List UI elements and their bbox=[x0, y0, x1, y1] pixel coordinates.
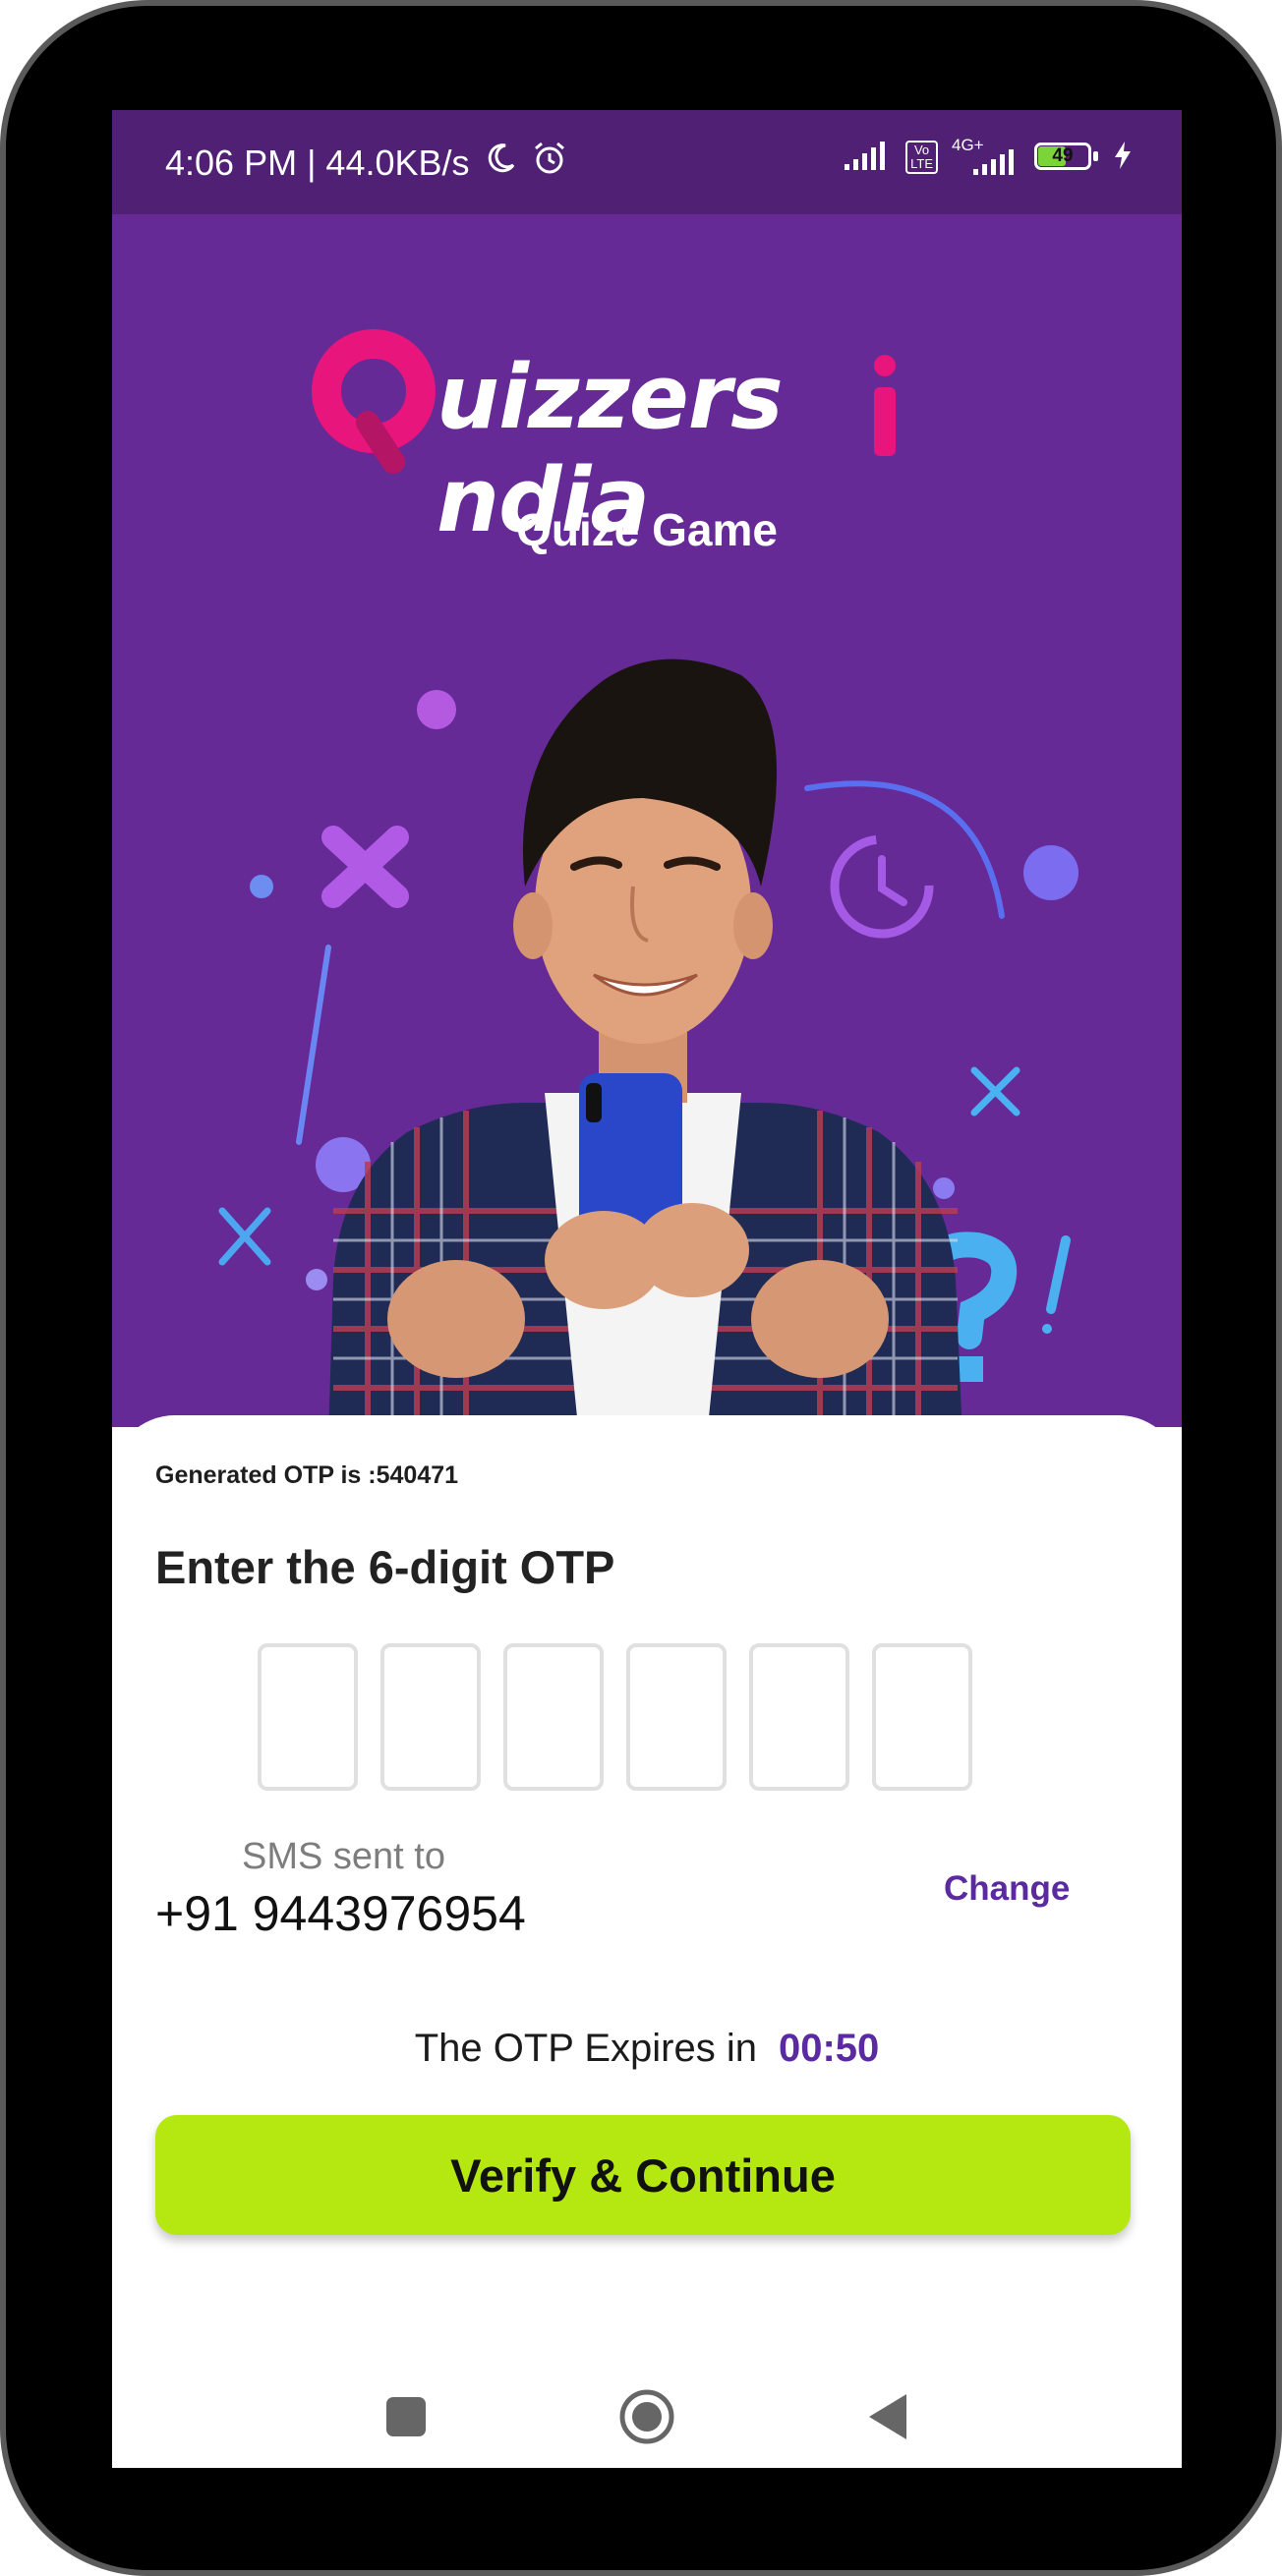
circle-icon[interactable] bbox=[619, 2389, 674, 2444]
generated-otp-message: Generated OTP is :540471 bbox=[155, 1461, 459, 1489]
i-mark-icon bbox=[874, 355, 896, 456]
otp-input-group bbox=[258, 1643, 972, 1791]
hero-banner: 4:06 PM | 44.0KB/s Vo LTE 4G+ 49 uizzers… bbox=[112, 110, 1182, 1437]
phone-frame: 4:06 PM | 44.0KB/s Vo LTE 4G+ 49 uizzers… bbox=[0, 0, 1282, 2576]
otp-digit-2[interactable] bbox=[380, 1643, 481, 1791]
system-nav-bar bbox=[112, 2361, 1182, 2468]
battery-level: 49 bbox=[1052, 145, 1074, 166]
network-indicator: 4G+ bbox=[952, 136, 1020, 177]
status-left: 4:06 PM | 44.0KB/s bbox=[165, 140, 568, 186]
alarm-icon bbox=[531, 140, 568, 186]
back-triangle-icon[interactable] bbox=[869, 2394, 906, 2439]
otp-digit-6[interactable] bbox=[872, 1643, 972, 1791]
otp-digit-5[interactable] bbox=[749, 1643, 849, 1791]
bolt-icon bbox=[1113, 141, 1133, 175]
q-mark-icon bbox=[312, 329, 436, 474]
volte-top: Vo bbox=[913, 143, 930, 157]
otp-expiry-timer: 00:50 bbox=[778, 2027, 880, 2070]
battery-icon: 49 bbox=[1034, 143, 1099, 172]
app-screen: 4:06 PM | 44.0KB/s Vo LTE 4G+ 49 uizzers… bbox=[112, 110, 1182, 2468]
volte-bottom: LTE bbox=[910, 156, 933, 171]
status-bar: 4:06 PM | 44.0KB/s Vo LTE 4G+ 49 bbox=[112, 110, 1182, 214]
moon-icon bbox=[484, 142, 517, 184]
app-subtitle: Quize Game bbox=[516, 504, 778, 555]
status-time: 4:06 PM | 44.0KB/s bbox=[165, 142, 470, 183]
otp-expiry: The OTP Expires in 00:50 bbox=[112, 2027, 1182, 2071]
quizzers-india-logo: uizzers ndia bbox=[309, 326, 997, 552]
verify-continue-button[interactable]: Verify & Continue bbox=[155, 2115, 1131, 2235]
volte-badge: Vo LTE bbox=[905, 141, 938, 174]
change-number-link[interactable]: Change bbox=[944, 1869, 1070, 1909]
square-icon[interactable] bbox=[386, 2397, 426, 2436]
otp-digit-1[interactable] bbox=[258, 1643, 358, 1791]
otp-digit-3[interactable] bbox=[503, 1643, 604, 1791]
phone-number: +91 9443976954 bbox=[155, 1886, 526, 1941]
otp-heading: Enter the 6-digit OTP bbox=[155, 1541, 615, 1593]
otp-digit-4[interactable] bbox=[626, 1643, 727, 1791]
hero-illustration bbox=[218, 658, 1078, 1437]
signal-icon bbox=[843, 139, 892, 177]
status-right: Vo LTE 4G+ 49 bbox=[843, 136, 1133, 177]
sms-sent-label: SMS sent to bbox=[242, 1836, 445, 1877]
otp-expiry-label: The OTP Expires in bbox=[414, 2027, 757, 2070]
